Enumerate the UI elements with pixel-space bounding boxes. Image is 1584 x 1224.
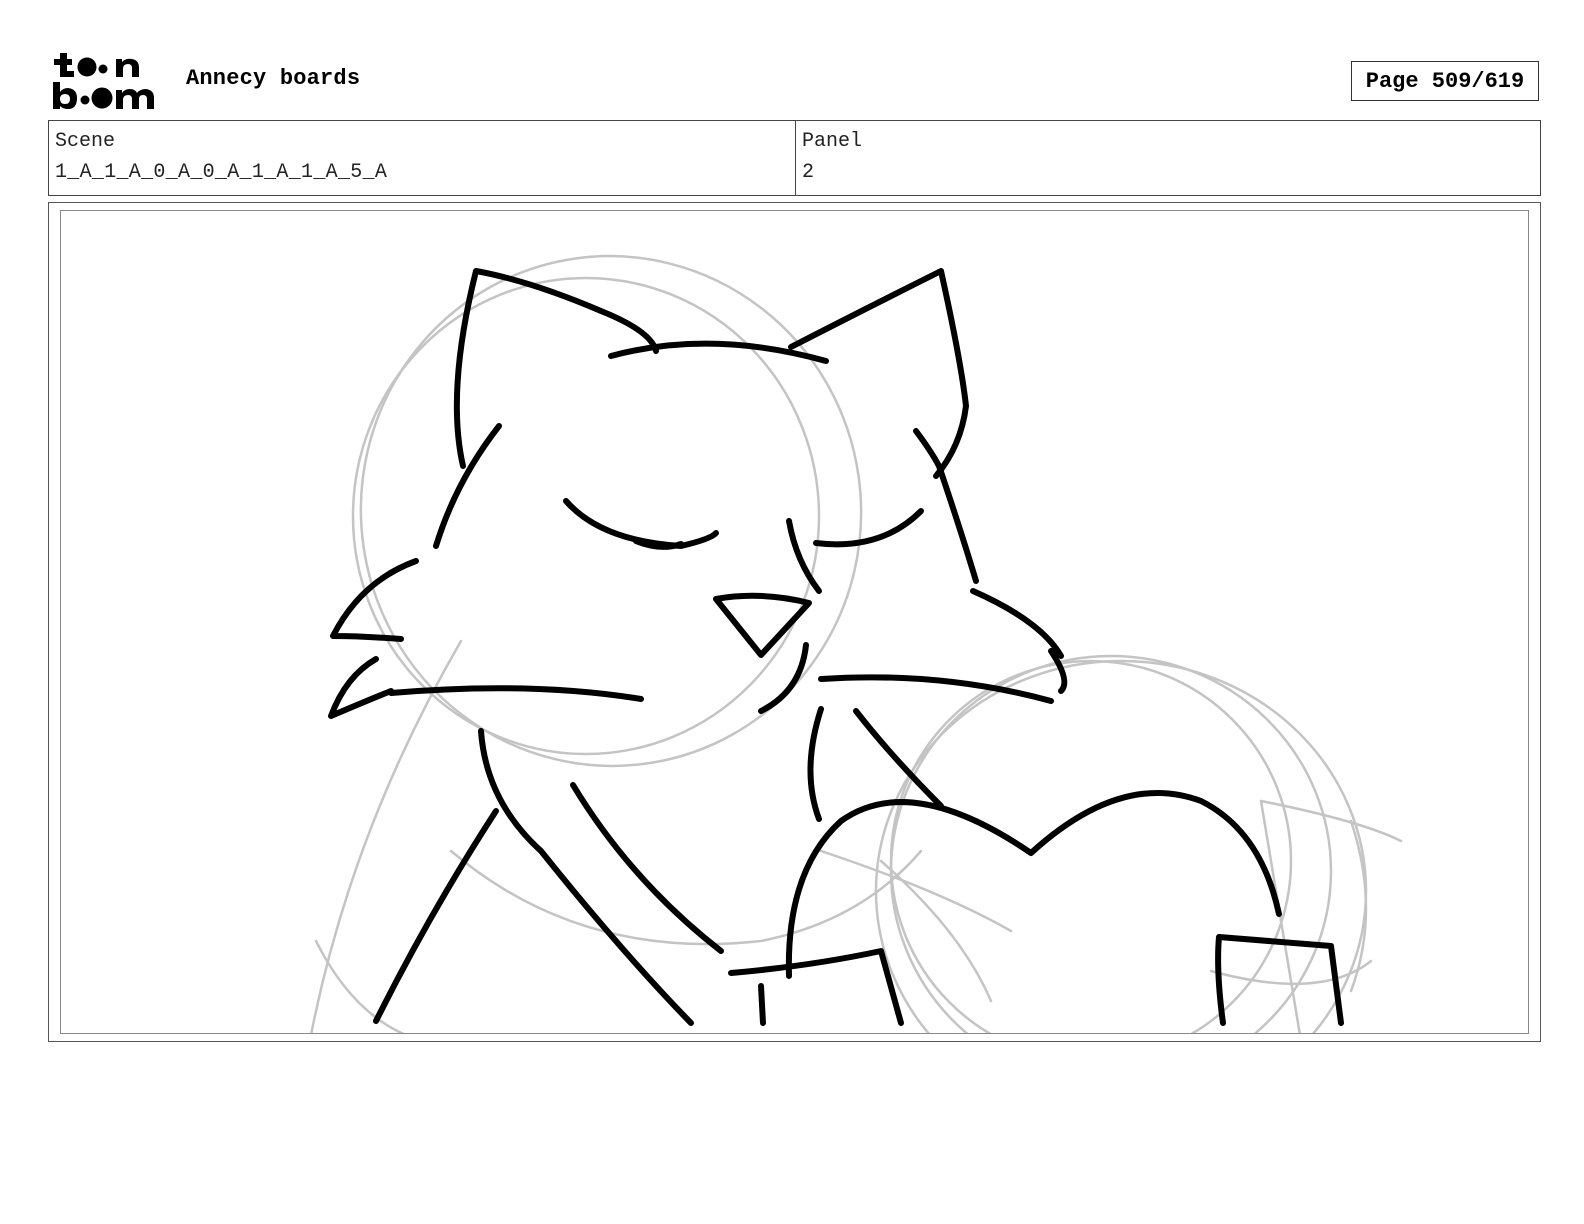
page-number: Page 509/619 <box>1351 61 1539 101</box>
muzzle-lower <box>758 642 809 714</box>
document-title: Annecy boards <box>186 66 361 91</box>
scene-value: 1_A_1_A_0_A_0_A_1_A_1_A_5_A <box>55 161 388 184</box>
neck-right <box>570 782 724 954</box>
scene-panel-info: Scene 1_A_1_A_0_A_0_A_1_A_1_A_5_A Panel … <box>48 120 1541 196</box>
panel-frame <box>60 210 1529 1034</box>
heart-shape <box>785 789 1282 979</box>
left-eye <box>563 498 719 549</box>
left-whisker <box>388 685 644 702</box>
scene-label: Scene <box>55 130 116 153</box>
toonboom-logo <box>53 53 154 109</box>
chest-line <box>807 706 824 822</box>
storyboard-drawing <box>310 254 1403 1033</box>
right-ear <box>788 268 969 479</box>
right-fluff-1 <box>970 588 1064 659</box>
right-eye <box>813 508 924 548</box>
ink-lines <box>328 268 1344 1026</box>
panel-label: Panel <box>802 130 863 153</box>
right-whisker <box>818 674 1054 704</box>
left-fluff-1 <box>330 558 419 642</box>
rough-sketch-lines <box>310 254 1403 1033</box>
body-left <box>373 808 499 1024</box>
left-hand <box>728 948 904 1026</box>
right-cheek-1 <box>913 428 979 584</box>
neck-left <box>478 728 694 1026</box>
left-fluff-2 <box>328 656 394 719</box>
panel-value: 2 <box>802 161 815 184</box>
nose <box>713 592 812 658</box>
left-hand-stroke <box>758 983 766 1026</box>
panel-cell: Panel 2 <box>796 121 1540 195</box>
left-cheek <box>433 423 502 549</box>
arm-line <box>853 708 944 809</box>
scene-cell: Scene 1_A_1_A_0_A_0_A_1_A_1_A_5_A <box>49 121 796 195</box>
